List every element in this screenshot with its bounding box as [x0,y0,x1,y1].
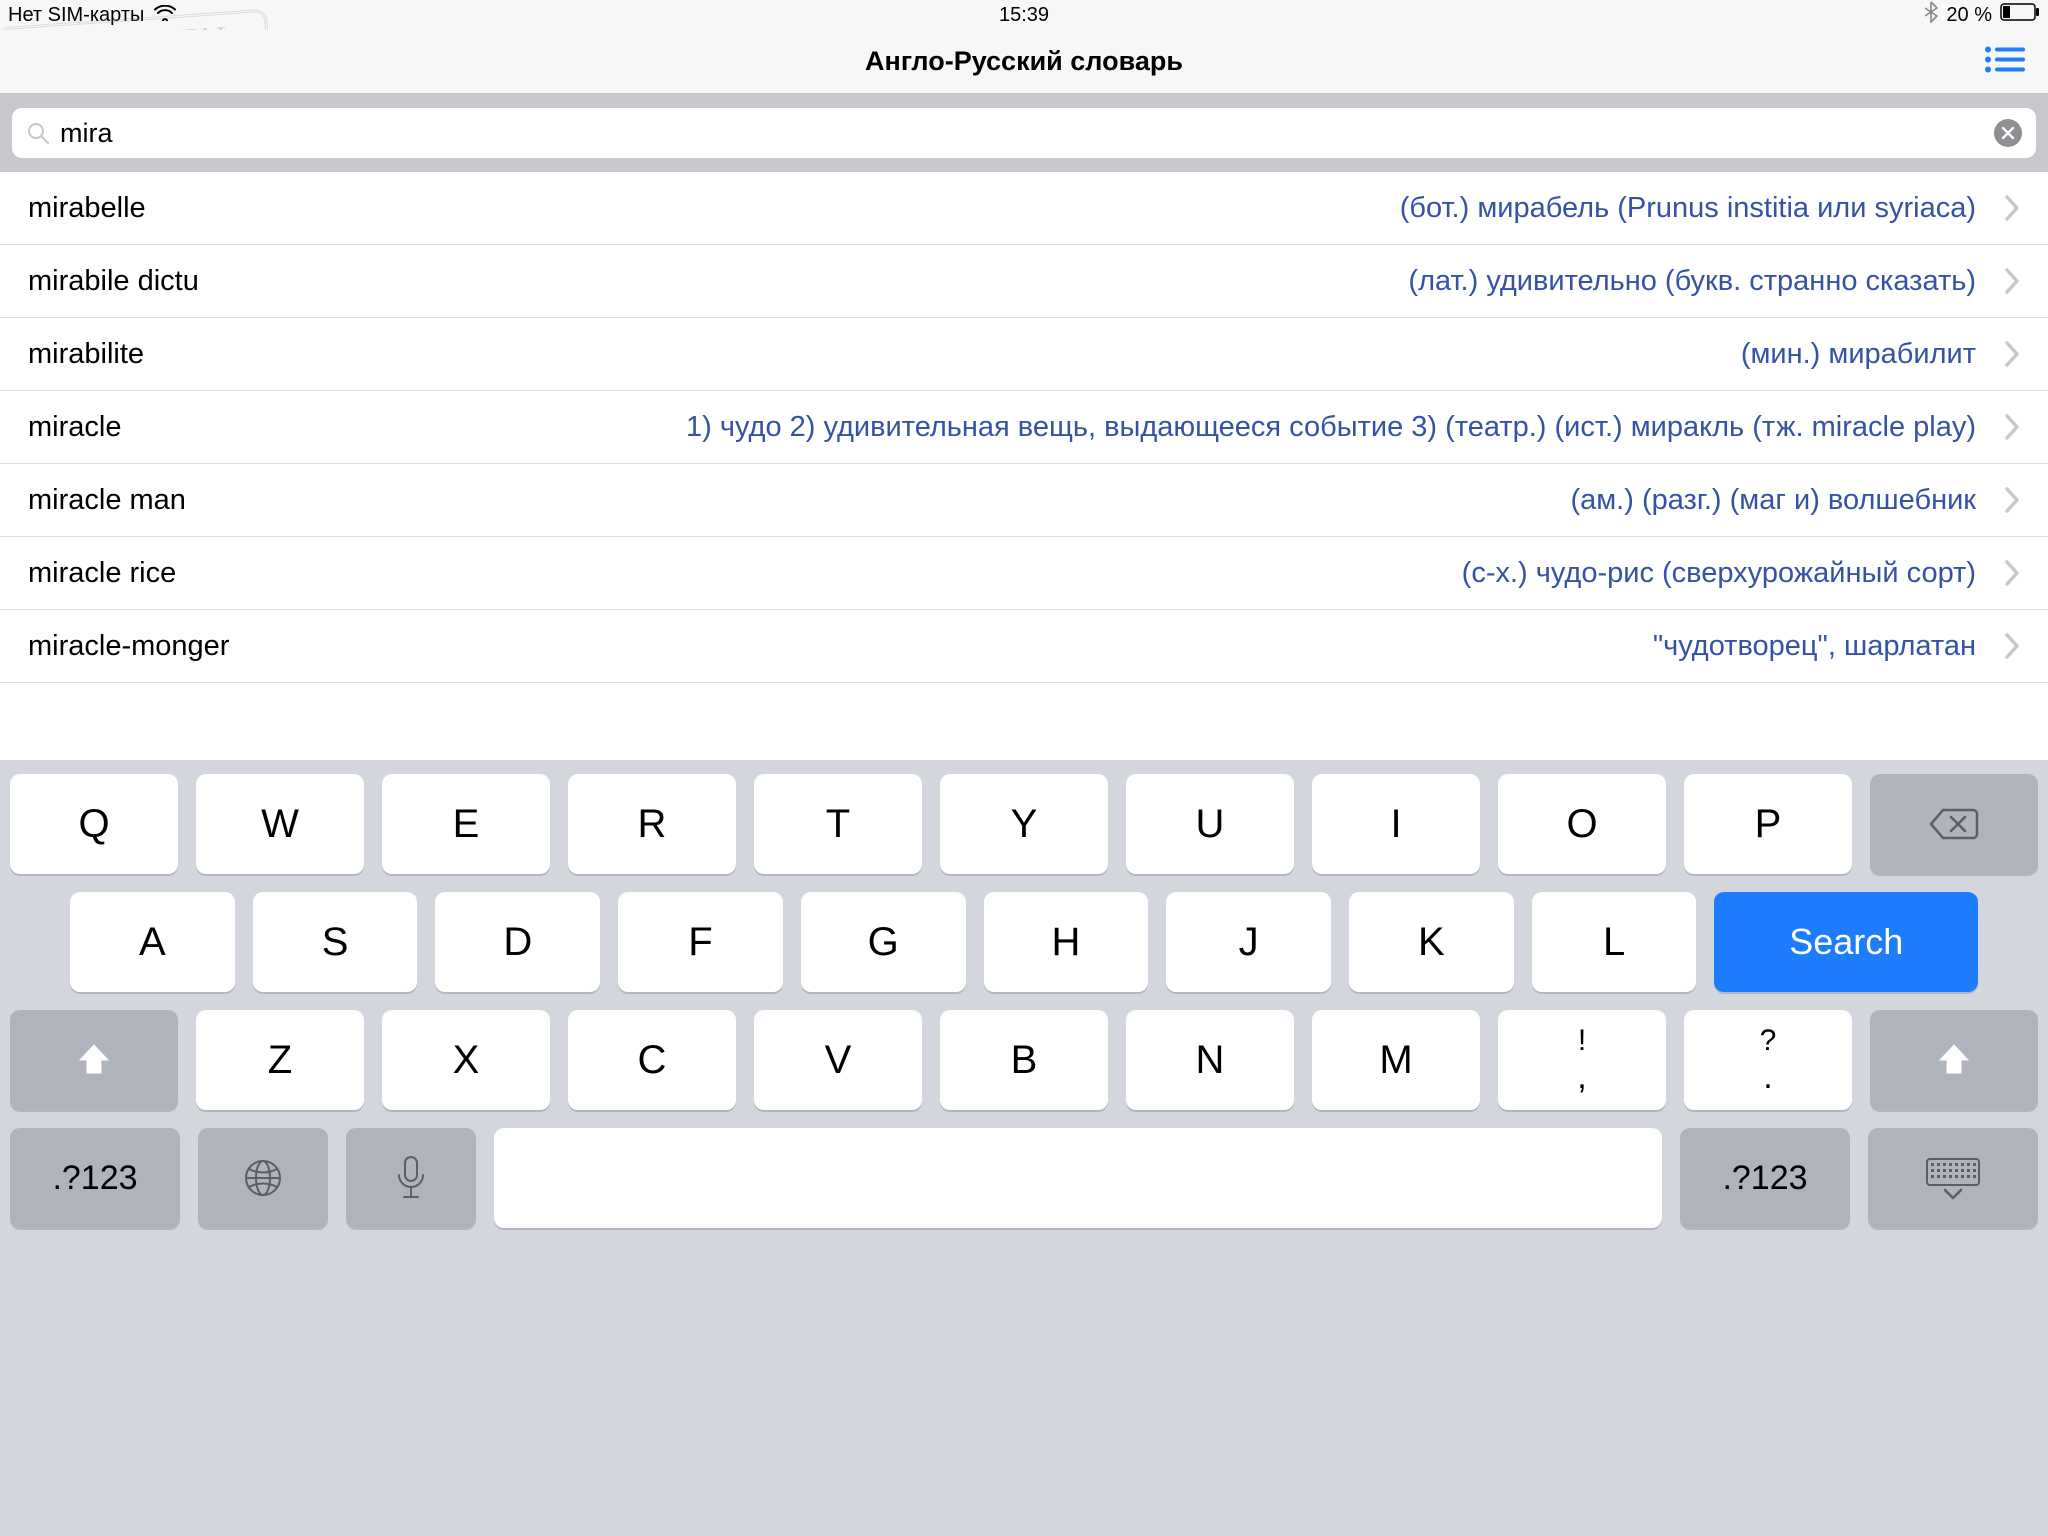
result-term: miracle-monger [28,630,229,663]
nav-bar: Англо-Русский словарь [0,30,2048,94]
search-bar [0,94,2048,172]
history-list-button[interactable] [1984,44,2026,79]
key-c[interactable]: C [568,1010,736,1110]
result-row[interactable]: mirabilite (мин.) мирабилит [0,318,2048,391]
clear-search-button[interactable] [1994,119,2022,147]
result-term: miracle man [28,484,186,517]
key-m[interactable]: M [1312,1010,1480,1110]
key-t[interactable]: T [754,774,922,874]
key-u[interactable]: U [1126,774,1294,874]
key-globe[interactable] [198,1128,328,1228]
status-bar: Нет SIM-карты 15:39 20 % [0,0,2048,30]
result-definition: (мин.) мирабилит [164,338,1976,371]
result-term: mirabile dictu [28,265,199,298]
result-row[interactable]: miracle 1) чудо 2) удивительная вещь, выд… [0,391,2048,464]
result-term: mirabelle [28,192,146,225]
key-hide-keyboard[interactable] [1868,1128,2038,1228]
result-row[interactable]: miracle-monger "чудотворец", шарлатан [0,610,2048,683]
chevron-right-icon [2004,340,2020,368]
key-shift-left[interactable] [10,1010,178,1110]
key-shift-right[interactable] [1870,1010,2038,1110]
key-z[interactable]: Z [196,1010,364,1110]
result-row[interactable]: miracle rice (с-х.) чудо-рис (сверхурожай… [0,537,2048,610]
result-row[interactable]: mirabile dictu (лат.) удивительно (букв. … [0,245,2048,318]
hide-keyboard-icon [1924,1156,1982,1200]
key-s[interactable]: S [253,892,418,992]
key-i[interactable]: I [1312,774,1480,874]
key-d[interactable]: D [435,892,600,992]
key-w[interactable]: W [196,774,364,874]
key-h[interactable]: H [984,892,1149,992]
key-f[interactable]: F [618,892,783,992]
key-backspace[interactable] [1870,774,2038,874]
result-term: mirabilite [28,338,144,371]
bluetooth-icon [1924,1,1938,29]
result-definition: (бот.) мирабель (Prunus institia или syr… [166,192,1976,225]
result-definition: "чудотворец", шарлатан [249,630,1976,663]
key-comma[interactable]: !, [1498,1010,1666,1110]
key-l[interactable]: L [1532,892,1697,992]
result-row[interactable]: miracle man (ам.) (разг.) (маг и) волшебн… [0,464,2048,537]
result-definition: (лат.) удивительно (букв. странно сказат… [219,265,1976,298]
chevron-right-icon [2004,559,2020,587]
key-e[interactable]: E [382,774,550,874]
key-space[interactable] [494,1128,1662,1228]
key-p[interactable]: P [1684,774,1852,874]
shift-icon [1934,1040,1974,1080]
chevron-right-icon [2004,486,2020,514]
key-numbers-left[interactable]: .?123 [10,1128,180,1228]
wifi-icon [154,4,176,27]
backspace-icon [1929,806,1979,842]
battery-icon [2000,3,2040,27]
chevron-right-icon [2004,632,2020,660]
key-n[interactable]: N [1126,1010,1294,1110]
chevron-right-icon [2004,267,2020,295]
chevron-right-icon [2004,413,2020,441]
search-input[interactable] [50,118,1994,149]
key-b[interactable]: B [940,1010,1108,1110]
result-definition: 1) чудо 2) удивительная вещь, выдающееся… [141,411,1976,444]
result-definition: (ам.) (разг.) (маг и) волшебник [206,484,1976,517]
result-definition: (с-х.) чудо-рис (сверхурожайный сорт) [196,557,1976,590]
results-list: mirabelle (бот.) мирабель (Prunus institi… [0,172,2048,683]
search-field[interactable] [12,108,2036,158]
key-dictation[interactable] [346,1128,476,1228]
page-title: Англо-Русский словарь [865,46,1183,77]
search-icon [26,121,50,145]
key-numbers-right[interactable]: .?123 [1680,1128,1850,1228]
key-v[interactable]: V [754,1010,922,1110]
onscreen-keyboard: QWERTYUIOP ASDFGHJKLSearch ZXCVBNM!,?. .… [0,760,2048,1536]
shift-icon [74,1040,114,1080]
close-icon [2001,126,2015,140]
result-term: miracle [28,411,121,444]
key-k[interactable]: K [1349,892,1514,992]
key-g[interactable]: G [801,892,966,992]
key-search[interactable]: Search [1714,892,1978,992]
key-period[interactable]: ?. [1684,1010,1852,1110]
clock: 15:39 [685,4,1362,27]
key-r[interactable]: R [568,774,736,874]
carrier-label: Нет SIM-карты [8,4,144,27]
globe-icon [241,1156,285,1200]
key-y[interactable]: Y [940,774,1108,874]
result-term: miracle rice [28,557,176,590]
result-row[interactable]: mirabelle (бот.) мирабель (Prunus institi… [0,172,2048,245]
key-a[interactable]: A [70,892,235,992]
key-o[interactable]: O [1498,774,1666,874]
battery-text: 20 % [1946,4,1992,27]
key-q[interactable]: Q [10,774,178,874]
key-x[interactable]: X [382,1010,550,1110]
chevron-right-icon [2004,194,2020,222]
microphone-icon [395,1155,427,1201]
key-j[interactable]: J [1166,892,1331,992]
